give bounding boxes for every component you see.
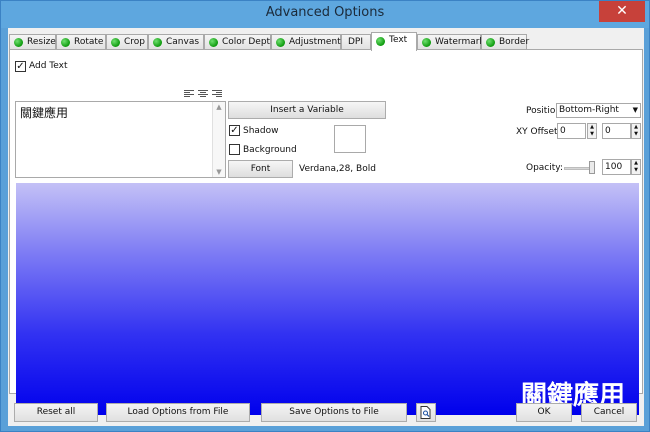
status-dot-icon bbox=[153, 38, 162, 47]
load-options-button[interactable]: Load Options from File bbox=[106, 403, 250, 422]
title-bar[interactable]: Advanced Options ✕ bbox=[1, 1, 649, 28]
xy-offset-label: XY Offset: bbox=[516, 127, 561, 137]
advanced-options-window: Advanced Options ✕ Resize Rotate Crop Ca… bbox=[0, 0, 650, 432]
add-text-label: Add Text bbox=[29, 61, 68, 71]
status-dot-icon bbox=[422, 38, 431, 47]
tab-dpi[interactable]: DPI bbox=[341, 34, 371, 50]
align-center-icon[interactable] bbox=[198, 90, 208, 99]
status-dot-icon bbox=[209, 38, 218, 47]
font-description: Verdana,28, Bold bbox=[299, 164, 376, 174]
preview-file-button[interactable] bbox=[416, 403, 436, 422]
status-dot-icon bbox=[61, 38, 70, 47]
text-input-area[interactable]: 關鍵應用 ▲ ▼ bbox=[15, 101, 226, 178]
tab-label: Border bbox=[499, 37, 530, 47]
tab-adjustments[interactable]: Adjustments bbox=[271, 34, 345, 50]
preview-image: 關鍵應用 bbox=[16, 183, 639, 415]
scroll-up-arrow-icon[interactable]: ▲ bbox=[213, 103, 225, 111]
cancel-button[interactable]: Cancel bbox=[581, 403, 637, 422]
shadow-color-swatch[interactable] bbox=[334, 125, 366, 153]
tab-label: Adjustments bbox=[289, 37, 346, 47]
chevron-down-icon: ▼ bbox=[632, 106, 638, 114]
status-dot-icon bbox=[376, 37, 385, 46]
tab-label: Resize bbox=[27, 37, 56, 47]
tab-label: Text bbox=[389, 35, 408, 45]
align-right-icon[interactable] bbox=[212, 90, 222, 99]
window-title: Advanced Options bbox=[265, 5, 385, 20]
shadow-checkbox[interactable]: ✓ bbox=[229, 125, 240, 136]
dialog-client-area: Resize Rotate Crop Canvas Color Depth Ad… bbox=[8, 28, 644, 426]
status-dot-icon bbox=[486, 38, 495, 47]
tab-label: DPI bbox=[348, 37, 364, 47]
document-search-icon bbox=[420, 406, 431, 419]
tab-label: Crop bbox=[124, 37, 146, 47]
close-button[interactable]: ✕ bbox=[599, 1, 645, 22]
tab-canvas[interactable]: Canvas bbox=[148, 34, 204, 50]
x-offset-stepper[interactable]: ▲ ▼ bbox=[587, 123, 597, 139]
tab-label: Color Depth bbox=[222, 37, 276, 47]
align-left-icon[interactable] bbox=[184, 90, 194, 99]
opacity-slider-thumb[interactable] bbox=[589, 161, 595, 174]
position-select-value: Bottom-Right bbox=[559, 105, 619, 115]
tab-label: Canvas bbox=[166, 37, 200, 47]
background-checkbox[interactable] bbox=[229, 144, 240, 155]
text-vertical-scrollbar[interactable]: ▲ ▼ bbox=[212, 102, 225, 177]
text-input-value: 關鍵應用 bbox=[20, 106, 69, 120]
text-tab-panel: ✓ Add Text 關鍵應用 ▲ ▼ Insert a Variable ✓ … bbox=[9, 49, 643, 415]
tab-border[interactable]: Border bbox=[481, 34, 530, 50]
insert-variable-button[interactable]: Insert a Variable bbox=[228, 101, 386, 119]
save-options-button[interactable]: Save Options to File bbox=[261, 403, 407, 422]
scroll-down-arrow-icon[interactable]: ▼ bbox=[213, 168, 225, 176]
background-label: Background bbox=[243, 145, 297, 155]
tab-crop[interactable]: Crop bbox=[106, 34, 148, 50]
opacity-input[interactable]: 100 bbox=[602, 159, 631, 175]
tab-resize[interactable]: Resize bbox=[9, 34, 56, 50]
y-offset-input[interactable]: 0 bbox=[602, 123, 631, 139]
status-dot-icon bbox=[276, 38, 285, 47]
shadow-label: Shadow bbox=[243, 126, 279, 136]
opacity-label: Opacity: bbox=[526, 163, 563, 173]
status-dot-icon bbox=[111, 38, 120, 47]
tab-text[interactable]: Text bbox=[371, 32, 417, 51]
y-offset-stepper[interactable]: ▲ ▼ bbox=[631, 123, 641, 139]
add-text-checkbox[interactable]: ✓ bbox=[15, 61, 26, 72]
font-button[interactable]: Font bbox=[228, 160, 293, 178]
x-offset-input[interactable]: 0 bbox=[557, 123, 586, 139]
status-dot-icon bbox=[14, 38, 23, 47]
tab-label: Watermark bbox=[435, 37, 485, 47]
opacity-stepper[interactable]: ▲ ▼ bbox=[631, 159, 641, 175]
ok-button[interactable]: OK bbox=[516, 403, 572, 422]
tab-watermark[interactable]: Watermark bbox=[417, 34, 485, 50]
tab-label: Rotate bbox=[74, 37, 104, 47]
position-select[interactable]: Bottom-Right ▼ bbox=[556, 103, 641, 118]
reset-all-button[interactable]: Reset all bbox=[14, 403, 98, 422]
tab-rotate[interactable]: Rotate bbox=[56, 34, 106, 50]
tab-color-depth[interactable]: Color Depth bbox=[204, 34, 276, 50]
